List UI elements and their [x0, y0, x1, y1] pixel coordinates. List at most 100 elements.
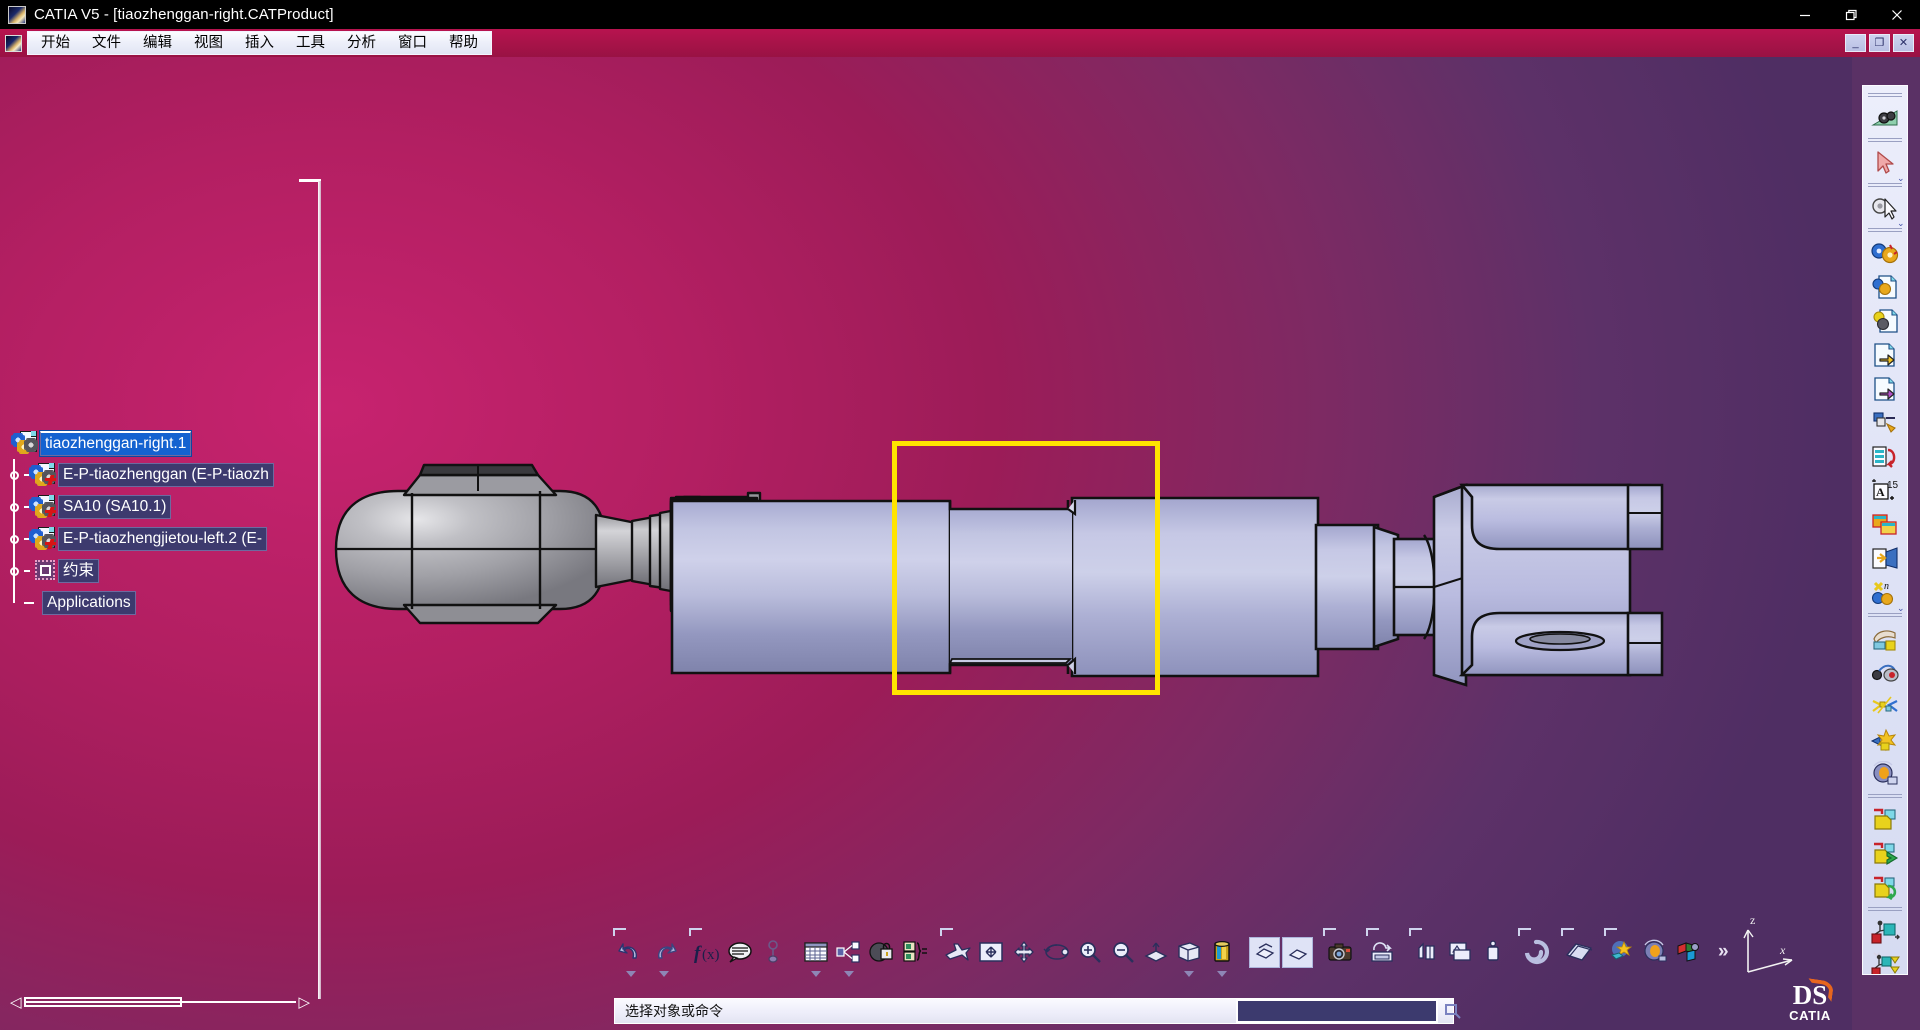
lock-icon[interactable] [866, 937, 897, 968]
tree-item-applications[interactable]: Applications [4, 587, 304, 619]
multi-instantiation-icon[interactable] [1868, 508, 1902, 541]
tree-item-label[interactable]: E-P-tiaozhenggan (E-P-tiaozh [58, 463, 274, 487]
swap-icon[interactable] [1282, 936, 1313, 968]
cylinder-icon[interactable] [1206, 937, 1237, 977]
normal-view-icon[interactable] [1140, 937, 1171, 968]
zoom-out-icon[interactable] [1107, 937, 1138, 968]
tree-expand-toggle[interactable] [4, 470, 24, 480]
params-icon[interactable] [899, 937, 930, 968]
tree-item-label[interactable]: E-P-tiaozhengjietou-left.2 (E- [58, 527, 268, 551]
toolbar-overflow-icon[interactable]: ⌄ [1870, 942, 1883, 960]
mdi-minimize[interactable]: _ [1845, 34, 1866, 52]
weight-icon[interactable] [1477, 937, 1508, 968]
hide-icon[interactable] [1249, 936, 1280, 968]
3d-viewport[interactable]: tiaozhenggan-right.1 E-P-tiaozhenggan (E… [0, 57, 1852, 1030]
tree-expand-toggle[interactable] [4, 566, 24, 576]
tree-root-node[interactable]: tiaozhenggan-right.1 [4, 427, 304, 459]
coincidence-constraint-icon[interactable] [1868, 802, 1902, 835]
table-icon[interactable] [800, 937, 831, 977]
mdi-restore[interactable]: ❐ [1869, 34, 1890, 52]
zoom-in-icon[interactable] [1074, 937, 1105, 968]
speech-icon[interactable] [724, 937, 755, 968]
toolbar-drag-handle[interactable] [1604, 927, 1617, 936]
menu-tools[interactable]: 工具 [285, 32, 336, 54]
fx-icon[interactable]: f (x) [691, 937, 722, 968]
smart-move-icon[interactable] [1868, 689, 1902, 722]
menu-help[interactable]: 帮助 [438, 32, 489, 54]
menu-edit[interactable]: 编辑 [132, 32, 183, 54]
dropdown-caret[interactable]: ⌄ [1897, 219, 1907, 228]
specification-tree[interactable]: tiaozhenggan-right.1 E-P-tiaozhenggan (E… [4, 427, 304, 619]
dropdown-caret[interactable] [1183, 970, 1194, 977]
pan-icon[interactable] [1008, 937, 1039, 968]
rotate-icon[interactable] [1041, 937, 1072, 968]
clash-detection-icon[interactable] [1868, 757, 1902, 790]
manipulation-icon[interactable]: ⌄ [1868, 191, 1905, 228]
toolbar-drag-handle[interactable] [689, 927, 702, 936]
toolbar-drag-handle[interactable] [940, 927, 953, 936]
power-input-field[interactable] [1236, 999, 1438, 1023]
dropdown-caret[interactable]: ⌄ [1897, 604, 1907, 613]
toolbar-drag-handle[interactable] [613, 927, 626, 936]
manipulate-icon[interactable] [1868, 621, 1902, 654]
toolbar-drag-handle[interactable] [1409, 927, 1422, 936]
selective-load-icon[interactable]: A 15 [1868, 474, 1902, 507]
toolbar-drag-handle[interactable] [1561, 927, 1574, 936]
tree-item-label[interactable]: 约束 [58, 559, 100, 583]
existing-component-icon[interactable] [1868, 338, 1902, 371]
tree-item-label[interactable]: SA10 (SA10.1) [58, 495, 172, 519]
toolbar-drag-handle[interactable] [1518, 927, 1531, 936]
tree-item-e-p-tiaozhenggan[interactable]: E-P-tiaozhenggan (E-P-tiaozh [4, 459, 304, 491]
spiral-icon[interactable] [1520, 937, 1551, 968]
contact-constraint-icon[interactable] [1868, 836, 1902, 869]
menu-insert[interactable]: 插入 [234, 32, 285, 54]
define-multi-instantiation-icon[interactable]: n ⌄ [1868, 576, 1905, 613]
snap-icon[interactable] [1868, 655, 1902, 688]
minimize-icon[interactable] [1782, 0, 1828, 29]
measure-icon[interactable] [757, 937, 788, 968]
menu-analyze[interactable]: 分析 [336, 32, 387, 54]
dropdown-caret[interactable]: ⌄ [1897, 174, 1907, 183]
pen-icon[interactable] [1411, 937, 1442, 968]
offset-constraint-icon[interactable] [1868, 870, 1902, 903]
section-icon[interactable] [1563, 937, 1594, 968]
selection-rectangle[interactable] [892, 441, 1160, 695]
toolbar-overflow-icon[interactable]: » [1718, 941, 1729, 963]
close-icon[interactable] [1874, 0, 1920, 29]
tree-expand-toggle[interactable] [4, 502, 24, 512]
toolbar-drag-handle[interactable] [1323, 927, 1336, 936]
explode-icon[interactable] [1868, 723, 1902, 756]
toolbar-drag-handle[interactable] [1366, 927, 1379, 936]
star-cube-icon[interactable] [1606, 937, 1637, 968]
menu-start[interactable]: 开始 [30, 32, 81, 54]
menu-file[interactable]: 文件 [81, 32, 132, 54]
catia-document-icon[interactable] [5, 34, 22, 52]
tree-item-e-p-tiaozhengjietou-left[interactable]: E-P-tiaozhengjietou-left.2 (E- [4, 523, 304, 555]
kinematics-icon[interactable] [1672, 937, 1703, 968]
product-structure-icon[interactable] [1868, 236, 1902, 269]
generate-numbering-icon[interactable] [1868, 440, 1902, 473]
dropdown-caret[interactable] [658, 970, 669, 977]
fly-icon[interactable] [942, 937, 973, 968]
search-icon[interactable] [1442, 1000, 1464, 1022]
replace-component-icon[interactable] [1868, 372, 1902, 405]
tracer-icon[interactable] [1444, 937, 1475, 968]
graph-icon[interactable] [833, 937, 864, 977]
fit-icon[interactable] [975, 937, 1006, 968]
tree-expand-toggle[interactable] [4, 534, 24, 544]
dropdown-caret[interactable] [843, 970, 854, 977]
camera-icon[interactable] [1325, 937, 1356, 968]
redo-icon[interactable] [648, 937, 679, 977]
menu-view[interactable]: 视图 [183, 32, 234, 54]
graph-tree-reorder-icon[interactable] [1868, 406, 1902, 439]
views-icon[interactable] [1173, 937, 1204, 977]
select-arrow-icon[interactable]: ⌄ [1868, 146, 1905, 183]
standard-view-toolbar[interactable]: f (x) » [613, 927, 1854, 977]
simulation-icon[interactable] [1639, 937, 1670, 968]
tree-item-constraints[interactable]: 约束 [4, 555, 304, 587]
dropdown-caret[interactable] [625, 970, 636, 977]
dropdown-caret[interactable] [1216, 970, 1227, 977]
apply-material-icon[interactable] [1868, 101, 1902, 134]
restore-icon[interactable] [1828, 0, 1874, 29]
assembly-design-toolbar[interactable]: ⌄ ⌄ A 15 n ⌄ ⌄ [1862, 85, 1908, 975]
